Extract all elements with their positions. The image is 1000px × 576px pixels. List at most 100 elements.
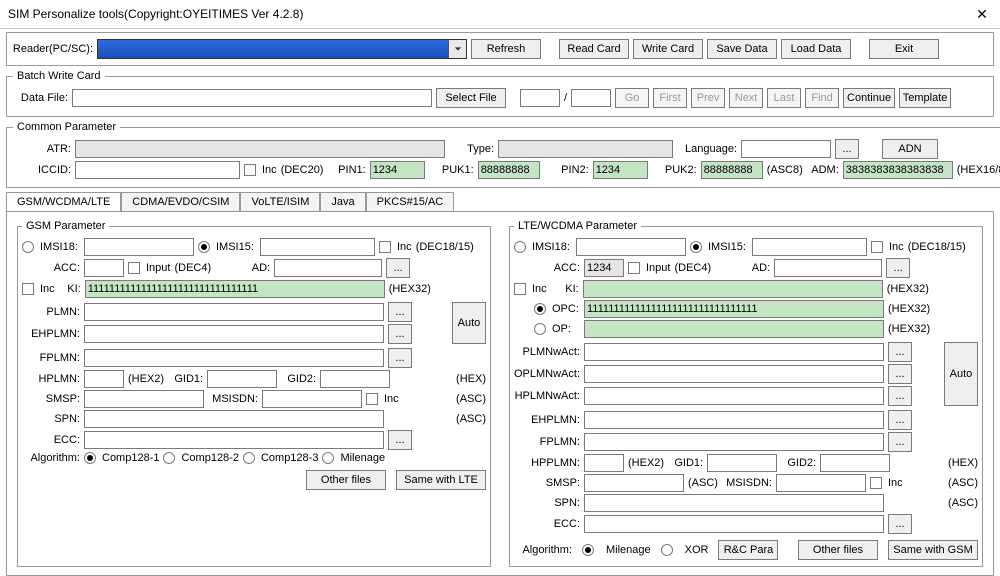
gsm-ki-input[interactable]: 11111111111111111111111111111111 <box>85 280 385 298</box>
gsm-acc-input[interactable] <box>84 259 124 277</box>
lte-same-with-gsm-button[interactable]: Same with GSM <box>888 540 978 560</box>
lte-fplmn-dots-button[interactable]: ... <box>888 432 912 452</box>
gsm-gid1-input[interactable] <box>207 370 277 388</box>
gsm-fplmn-dots-button[interactable]: ... <box>388 348 412 368</box>
iccid-input[interactable] <box>75 161 240 179</box>
gsm-gid2-input[interactable] <box>320 370 390 388</box>
lte-imsi-inc-checkbox[interactable] <box>871 241 883 253</box>
gsm-algo-c1-radio[interactable] <box>84 452 96 464</box>
gsm-ehplmn-dots-button[interactable]: ... <box>388 324 412 344</box>
lte-msisdn-input[interactable] <box>776 474 866 492</box>
lte-ki-input[interactable] <box>583 280 883 298</box>
lte-gid2-input[interactable] <box>820 454 890 472</box>
lte-ad-dots-button[interactable]: ... <box>886 258 910 278</box>
lte-ehplmn-dots-button[interactable]: ... <box>888 410 912 430</box>
iccid-inc-checkbox[interactable] <box>244 164 256 176</box>
pin1-input[interactable]: 1234 <box>370 161 425 179</box>
gsm-imsi15-input[interactable] <box>260 238 375 256</box>
pin2-input[interactable]: 1234 <box>593 161 648 179</box>
reader-dropdown[interactable] <box>97 39 467 59</box>
tab-gsm[interactable]: GSM/WCDMA/LTE <box>6 192 121 211</box>
gsm-imsi-inc-checkbox[interactable] <box>379 241 391 253</box>
gsm-ehplmn-input[interactable] <box>84 325 384 343</box>
batch-total-input[interactable] <box>571 89 611 107</box>
refresh-button[interactable]: Refresh <box>471 39 541 59</box>
lte-op-radio[interactable] <box>534 323 546 335</box>
lte-imsi18-input[interactable] <box>576 238 686 256</box>
lte-oplmnwact-dots-button[interactable]: ... <box>888 364 912 384</box>
lte-plmnwact-input[interactable] <box>584 343 884 361</box>
batch-pos-input[interactable] <box>520 89 560 107</box>
lte-msisdn-inc-checkbox[interactable] <box>870 477 882 489</box>
gsm-algo-mil-radio[interactable] <box>322 452 334 464</box>
lte-opc-input[interactable]: 11111111111111111111111111111111 <box>584 300 884 318</box>
language-dots-button[interactable]: ... <box>835 139 859 159</box>
gsm-msisdn-inc-checkbox[interactable] <box>366 393 378 405</box>
save-data-button[interactable]: Save Data <box>707 39 777 59</box>
lte-spn-input[interactable] <box>584 494 884 512</box>
lte-plmnwact-dots-button[interactable]: ... <box>888 342 912 362</box>
gsm-fplmn-input[interactable] <box>84 349 384 367</box>
template-button[interactable]: Template <box>899 88 951 108</box>
find-button[interactable]: Find <box>805 88 839 108</box>
lte-imsi15-input[interactable] <box>752 238 867 256</box>
gsm-ad-dots-button[interactable]: ... <box>386 258 410 278</box>
tab-pkcs[interactable]: PKCS#15/AC <box>366 192 455 211</box>
read-card-button[interactable]: Read Card <box>559 39 629 59</box>
prev-button[interactable]: Prev <box>691 88 725 108</box>
language-input[interactable] <box>741 140 831 158</box>
gsm-ecc-dots-button[interactable]: ... <box>388 430 412 450</box>
gsm-imsi18-radio[interactable] <box>22 241 34 253</box>
gsm-plmn-input[interactable] <box>84 303 384 321</box>
puk1-input[interactable]: 88888888 <box>478 161 540 179</box>
gsm-algo-c2-radio[interactable] <box>163 452 175 464</box>
lte-hpplmn-input[interactable] <box>584 454 624 472</box>
load-data-button[interactable]: Load Data <box>781 39 851 59</box>
lte-hplmnwact-input[interactable] <box>584 387 884 405</box>
tab-java[interactable]: Java <box>320 192 365 211</box>
gsm-hplmn-input[interactable] <box>84 370 124 388</box>
select-file-button[interactable]: Select File <box>436 88 506 108</box>
lte-input-checkbox[interactable] <box>628 262 640 274</box>
continue-button[interactable]: Continue <box>843 88 895 108</box>
gsm-input-checkbox[interactable] <box>128 262 140 274</box>
tab-cdma[interactable]: CDMA/EVDO/CSIM <box>121 192 240 211</box>
lte-smsp-input[interactable] <box>584 474 684 492</box>
lte-oplmnwact-input[interactable] <box>584 365 884 383</box>
lte-op-input[interactable] <box>584 320 884 338</box>
tab-volte[interactable]: VoLTE/ISIM <box>240 192 320 211</box>
lte-ehplmn-input[interactable] <box>584 411 884 429</box>
lte-algo-xor-radio[interactable] <box>661 544 673 556</box>
gsm-ecc-input[interactable] <box>84 431 384 449</box>
gsm-other-files-button[interactable]: Other files <box>306 470 386 490</box>
gsm-plmn-dots-button[interactable]: ... <box>388 302 412 322</box>
data-file-input[interactable] <box>72 89 432 107</box>
gsm-ki-inc-checkbox[interactable] <box>22 283 34 295</box>
gsm-msisdn-input[interactable] <box>262 390 362 408</box>
lte-ki-inc-checkbox[interactable] <box>514 283 526 295</box>
gsm-smsp-input[interactable] <box>84 390 204 408</box>
close-icon[interactable]: ✕ <box>972 4 992 24</box>
write-card-button[interactable]: Write Card <box>633 39 703 59</box>
adn-button[interactable]: ADN <box>882 139 938 159</box>
adm-input[interactable]: 3838383838383838 <box>843 161 953 179</box>
lte-imsi15-radio[interactable] <box>690 241 702 253</box>
exit-button[interactable]: Exit <box>869 39 939 59</box>
gsm-imsi18-input[interactable] <box>84 238 194 256</box>
puk2-input[interactable]: 88888888 <box>701 161 763 179</box>
gsm-algo-c3-radio[interactable] <box>243 452 255 464</box>
lte-ad-input[interactable] <box>774 259 882 277</box>
lte-auto-button[interactable]: Auto <box>944 342 978 406</box>
lte-other-files-button[interactable]: Other files <box>798 540 878 560</box>
gsm-imsi15-radio[interactable] <box>198 241 210 253</box>
gsm-same-with-lte-button[interactable]: Same with LTE <box>396 470 486 490</box>
gsm-auto-button[interactable]: Auto <box>452 302 486 344</box>
lte-opc-radio[interactable] <box>534 303 546 315</box>
lte-ecc-input[interactable] <box>584 515 884 533</box>
gsm-ad-input[interactable] <box>274 259 382 277</box>
lte-fplmn-input[interactable] <box>584 433 884 451</box>
lte-ecc-dots-button[interactable]: ... <box>888 514 912 534</box>
lte-gid1-input[interactable] <box>707 454 777 472</box>
first-button[interactable]: First <box>653 88 687 108</box>
go-button[interactable]: Go <box>615 88 649 108</box>
